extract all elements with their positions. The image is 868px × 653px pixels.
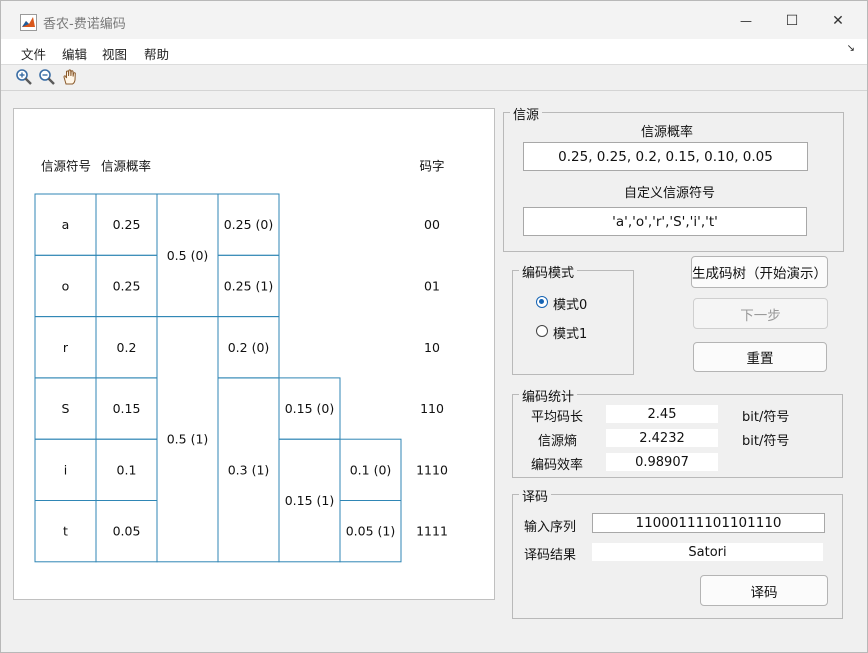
input-sequence-label: 输入序列 [524, 520, 577, 535]
symbol-input[interactable]: 'a','o','r','S','i','t' [523, 207, 807, 236]
pan-hand-icon[interactable] [61, 68, 79, 86]
mode1-label[interactable]: 模式1 [553, 323, 587, 342]
decode-button[interactable]: 译码 [700, 575, 828, 606]
reset-button[interactable]: 重置 [693, 342, 827, 372]
prob-input[interactable]: 0.25, 0.25, 0.2, 0.15, 0.10, 0.05 [523, 142, 808, 171]
partition-label: 0.5 (1) [167, 432, 209, 447]
partition-label: 0.3 (1) [228, 462, 270, 477]
menu-overflow-icon[interactable]: ↘ [847, 43, 855, 54]
menu-bar: 文件 编辑 视图 帮助 ↘ [1, 39, 867, 65]
prob-text: 0.25 [113, 217, 141, 232]
source-panel-title: 信源 [510, 104, 543, 123]
menu-file[interactable]: 文件 [21, 44, 46, 63]
mode-panel: 编码模式 模式0 模式1 [512, 262, 634, 375]
mode-panel-title: 编码模式 [519, 262, 578, 281]
header-symbol: 信源符号 [41, 159, 91, 174]
mode0-label[interactable]: 模式0 [553, 294, 587, 313]
codeword-text: 1110 [416, 462, 448, 477]
next-step-button[interactable]: 下一步 [693, 298, 828, 329]
menu-help[interactable]: 帮助 [144, 44, 169, 63]
stats-panel-title: 编码统计 [519, 386, 578, 405]
header-prob: 信源概率 [101, 159, 151, 174]
partition-label: 0.15 (0) [285, 401, 335, 416]
matlab-logo-icon [20, 14, 37, 31]
partition-label: 0.25 (1) [224, 278, 274, 293]
mode1-radio[interactable] [536, 325, 548, 337]
codeword-text: 1111 [416, 524, 448, 539]
partition-label: 0.25 (0) [224, 217, 274, 232]
partition-label: 0.5 (0) [167, 248, 209, 263]
avg-length-label: 平均码长 [531, 410, 584, 425]
coding-table-graphic: 信源符号 信源概率 码字 a 0.25 00 o 0.25 01 r 0.2 10 S 0.15 110 i 0… [34, 159, 448, 563]
minimize-icon: — [740, 14, 752, 28]
codeword-text: 110 [420, 401, 444, 416]
prob-text: 0.05 [113, 524, 141, 539]
symbol-text: t [63, 524, 68, 539]
entropy-label: 信源熵 [538, 434, 578, 449]
efficiency-value: 0.98907 [606, 453, 718, 471]
mode0-radio[interactable] [536, 296, 548, 308]
decode-result-value: Satori [592, 543, 823, 561]
partition-label: 0.1 (0) [350, 462, 392, 477]
prob-text: 0.25 [113, 278, 141, 293]
source-panel: 信源 信源概率 0.25, 0.25, 0.2, 0.15, 0.10, 0.0… [503, 104, 844, 252]
zoom-in-icon[interactable] [15, 68, 33, 86]
generate-tree-button[interactable]: 生成码树（开始演示） [691, 256, 828, 288]
efficiency-label: 编码效率 [531, 458, 584, 473]
symbol-text: S [62, 401, 70, 416]
app-window: 香农-费诺编码 — ☐ ✕ 文件 编辑 视图 帮助 ↘ 信源符号 信源概率 码字… [0, 0, 868, 653]
menu-edit[interactable]: 编辑 [62, 44, 87, 63]
symbol-text: a [62, 217, 70, 232]
maximize-icon: ☐ [785, 13, 799, 29]
codeword-text: 00 [424, 217, 440, 232]
entropy-value: 2.4232 [606, 429, 718, 447]
title-bar: 香农-费诺编码 — ☐ ✕ [1, 1, 867, 39]
coding-table-canvas: 信源符号 信源概率 码字 a 0.25 00 o 0.25 01 r 0.2 10 S 0.15 110 i 0… [13, 108, 495, 600]
symbol-label: 自定义信源符号 [624, 186, 716, 201]
input-sequence-field[interactable]: 11000111101101110 [592, 513, 825, 533]
partition-label: 0.2 (0) [228, 340, 270, 355]
stats-panel: 编码统计 平均码长 2.45 bit/符号 信源熵 2.4232 bit/符号 … [512, 386, 843, 478]
prob-text: 0.1 [117, 462, 137, 477]
radio-dot-icon [539, 299, 544, 304]
decode-panel-title: 译码 [519, 486, 552, 505]
zoom-out-icon[interactable] [38, 68, 56, 86]
symbol-text: r [63, 340, 69, 355]
window-title: 香农-费诺编码 [43, 17, 126, 32]
toolbar [1, 65, 867, 91]
minimize-button[interactable]: — [728, 9, 764, 33]
avg-length-unit: bit/符号 [742, 410, 790, 425]
close-button[interactable]: ✕ [820, 9, 856, 33]
entropy-unit: bit/符号 [742, 434, 790, 449]
close-icon: ✕ [832, 13, 844, 29]
prob-text: 0.15 [113, 401, 141, 416]
codeword-text: 01 [424, 278, 440, 293]
header-code: 码字 [419, 159, 444, 174]
decode-result-label: 译码结果 [524, 548, 577, 563]
codeword-text: 10 [424, 340, 440, 355]
symbol-text: o [62, 278, 70, 293]
maximize-button[interactable]: ☐ [774, 9, 810, 33]
partition-label: 0.15 (1) [285, 493, 335, 508]
menu-view[interactable]: 视图 [102, 44, 127, 63]
avg-length-value: 2.45 [606, 405, 718, 423]
symbol-text: i [64, 462, 67, 477]
decode-panel: 译码 输入序列 11000111101101110 译码结果 Satori 译码 [512, 486, 843, 619]
prob-label: 信源概率 [641, 125, 694, 140]
prob-text: 0.2 [117, 340, 137, 355]
partition-label: 0.05 (1) [346, 524, 396, 539]
